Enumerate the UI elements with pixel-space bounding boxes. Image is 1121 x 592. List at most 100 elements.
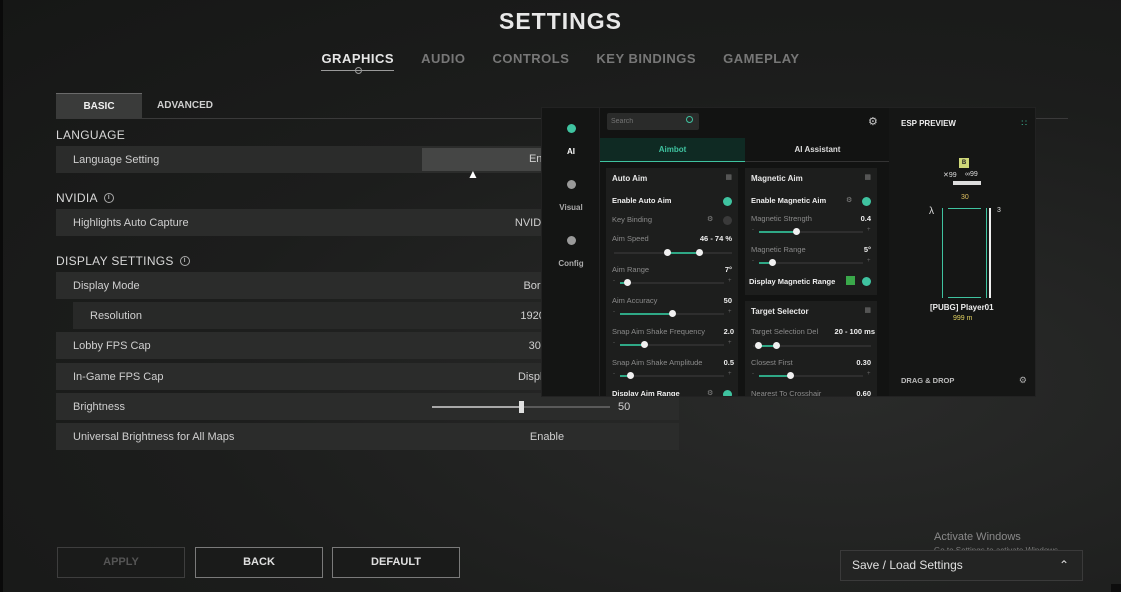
- enable-auto-aim-label: Enable Auto Aim: [612, 196, 672, 205]
- apply-button[interactable]: APPLY: [57, 547, 185, 578]
- gear-icon[interactable]: ⚙: [846, 196, 852, 204]
- expand-icon[interactable]: ▦: [864, 173, 871, 181]
- esp-preview-title: ESP PREVIEW: [901, 119, 956, 128]
- esp-preview-panel: ESP PREVIEW ∷ B ✕99 ∞99 30 λ 3 [PUBG] Pl…: [889, 108, 1035, 396]
- aim-speed-max-handle[interactable]: [696, 249, 703, 256]
- aim-speed-min-handle[interactable]: [664, 249, 671, 256]
- lambda-icon: λ: [929, 206, 934, 217]
- aim-range-slider[interactable]: [620, 282, 724, 284]
- magnetic-aim-card: Magnetic Aim ▦ Enable Magnetic Aim ⚙ Mag…: [745, 168, 877, 295]
- tab-aimbot[interactable]: Aimbot: [600, 138, 745, 162]
- brightness-slider-handle[interactable]: [519, 401, 524, 413]
- tab-ai-assistant[interactable]: AI Assistant: [745, 138, 890, 162]
- tab-graphics[interactable]: GRAPHICS: [321, 51, 394, 74]
- enable-magnetic-aim-label: Enable Magnetic Aim: [751, 196, 827, 205]
- aim-accuracy-slider-fill: [620, 313, 672, 315]
- setting-label: Highlights Auto Capture: [73, 216, 189, 229]
- tab-controls[interactable]: CONTROLS: [492, 51, 569, 66]
- nearest-crosshair-value: 0.60: [856, 389, 871, 397]
- setting-label: Display Mode: [73, 279, 140, 292]
- section-language-label: LANGUAGE: [56, 128, 126, 142]
- plus-icon[interactable]: +: [728, 371, 732, 377]
- snap-freq-handle[interactable]: [641, 341, 648, 348]
- plus-icon[interactable]: +: [867, 227, 871, 233]
- setting-row-brightness: Brightness 50: [56, 393, 679, 420]
- gear-icon[interactable]: ⚙: [868, 115, 878, 128]
- default-button[interactable]: DEFAULT: [332, 547, 460, 578]
- minus-icon[interactable]: -: [613, 340, 615, 346]
- info-icon[interactable]: i: [103, 193, 114, 203]
- esp-health-bar: [989, 208, 991, 298]
- sidebar-item-config[interactable]: Config: [542, 236, 600, 271]
- subtab-advanced[interactable]: ADVANCED: [142, 93, 228, 118]
- expand-icon[interactable]: ▦: [864, 306, 871, 314]
- plus-icon[interactable]: +: [728, 278, 732, 284]
- color-swatch[interactable]: [846, 276, 855, 285]
- enable-auto-aim-toggle[interactable]: [723, 197, 732, 206]
- key-binding-toggle[interactable]: [723, 216, 732, 225]
- display-magnetic-range-toggle[interactable]: [862, 277, 871, 286]
- plus-icon[interactable]: +: [867, 371, 871, 377]
- snap-amp-slider[interactable]: [620, 375, 724, 377]
- display-aim-range-label: Display Aim Range: [612, 389, 680, 397]
- top-nav: GRAPHICS AUDIO CONTROLS KEY BINDINGS GAM…: [0, 51, 1121, 74]
- closest-first-handle[interactable]: [787, 372, 794, 379]
- card-title: Target Selector: [751, 307, 809, 316]
- minus-icon[interactable]: -: [752, 258, 754, 264]
- plus-icon[interactable]: +: [867, 258, 871, 264]
- expand-icon[interactable]: ▦: [725, 173, 732, 181]
- grid-icon[interactable]: ∷: [1021, 118, 1027, 129]
- setting-row-universal-brightness[interactable]: Universal Brightness for All Maps Enable: [56, 423, 679, 450]
- section-nvidia-title: NVIDIA i: [56, 191, 114, 205]
- sidebar-item-ai[interactable]: AI: [542, 124, 600, 159]
- gear-icon[interactable]: ⚙: [1019, 375, 1027, 386]
- subtab-basic[interactable]: BASIC: [56, 93, 142, 118]
- setting-label: Universal Brightness for All Maps: [73, 430, 235, 443]
- gear-icon[interactable]: ⚙: [707, 389, 713, 396]
- tab-key-bindings[interactable]: KEY BINDINGS: [596, 51, 696, 66]
- esp-assists: ∞99: [965, 171, 978, 178]
- magnetic-strength-handle[interactable]: [793, 228, 800, 235]
- minus-icon[interactable]: -: [613, 309, 615, 315]
- esp-badge: B: [959, 158, 969, 168]
- section-display-title: DISPLAY SETTINGS i: [56, 254, 190, 268]
- subtabs: BASIC ADVANCED: [56, 93, 228, 118]
- display-aim-range-toggle[interactable]: [723, 390, 732, 396]
- plus-icon[interactable]: +: [728, 340, 732, 346]
- info-icon[interactable]: i: [179, 256, 190, 266]
- save-load-label: Save / Load Settings: [852, 558, 963, 572]
- minus-icon[interactable]: -: [752, 227, 754, 233]
- tab-gameplay[interactable]: GAMEPLAY: [723, 51, 799, 66]
- snap-amp-handle[interactable]: [627, 372, 634, 379]
- sidebar-item-visual[interactable]: Visual: [542, 180, 600, 215]
- aim-accuracy-handle[interactable]: [669, 310, 676, 317]
- minus-icon[interactable]: -: [613, 371, 615, 377]
- esp-ammo: 30: [961, 194, 969, 201]
- magnetic-range-value: 5°: [863, 245, 871, 254]
- back-button[interactable]: BACK: [195, 547, 323, 578]
- activate-windows-title: Activate Windows: [934, 531, 1021, 543]
- minus-icon[interactable]: -: [752, 371, 754, 377]
- aim-range-handle[interactable]: [624, 279, 631, 286]
- save-load-settings-button[interactable]: Save / Load Settings ⌃: [840, 550, 1083, 581]
- search-icon: [686, 116, 693, 123]
- tab-audio[interactable]: AUDIO: [421, 51, 465, 66]
- target-delay-value: 20 - 100 ms: [834, 327, 875, 336]
- key-binding-label: Key Binding: [612, 215, 653, 224]
- search-input[interactable]: [607, 113, 699, 130]
- magnetic-range-handle[interactable]: [769, 259, 776, 266]
- target-delay-max-handle[interactable]: [773, 342, 780, 349]
- esp-distance: 999 m: [953, 315, 973, 322]
- universal-brightness-dropdown[interactable]: Enable: [422, 431, 672, 443]
- sidebar-item-label: Visual: [559, 203, 583, 212]
- setting-label: Brightness: [73, 400, 125, 413]
- minus-icon[interactable]: -: [613, 278, 615, 284]
- card-title: Magnetic Aim: [751, 174, 803, 183]
- plus-icon[interactable]: +: [728, 309, 732, 315]
- target-delay-min-handle[interactable]: [755, 342, 762, 349]
- aim-range-label: Aim Range 7°: [612, 265, 732, 274]
- card-title: Auto Aim: [612, 174, 648, 183]
- gear-icon[interactable]: ⚙: [707, 215, 713, 223]
- enable-magnetic-aim-toggle[interactable]: [862, 197, 871, 206]
- snap-amp-label: Snap Aim Shake Amplitude 0.5: [612, 358, 734, 367]
